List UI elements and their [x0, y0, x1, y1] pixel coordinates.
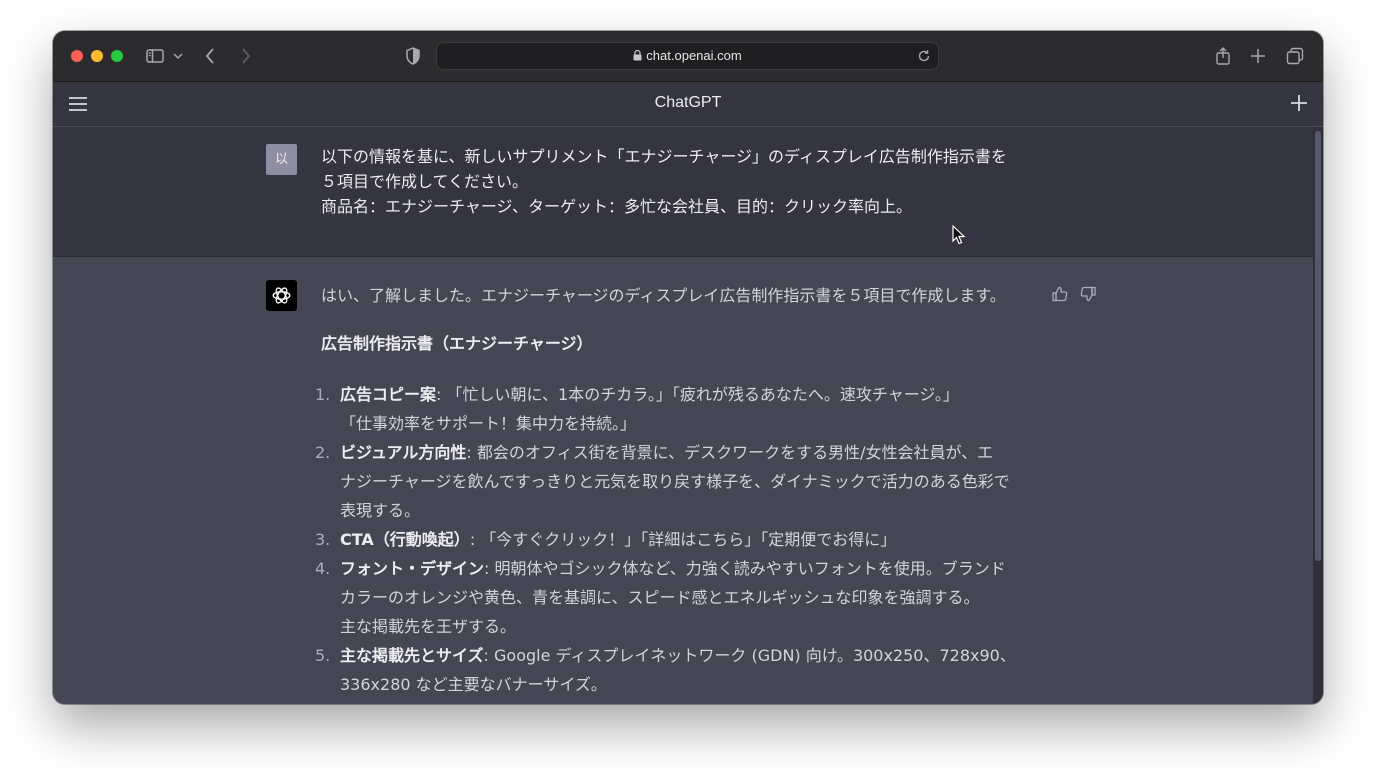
assistant-message-text: はい、了解しました。エナジーチャージのディスプレイ広告制作指示書を５項目で作成し…: [315, 283, 1041, 699]
reload-icon[interactable]: [916, 48, 932, 64]
assistant-intro: はい、了解しました。エナジーチャージのディスプレイ広告制作指示書を５項目で作成し…: [321, 286, 1006, 305]
list-item-text: 336x280 など主要なバナーサイズ。: [340, 675, 607, 694]
lock-icon: [633, 50, 642, 61]
list-item-text: : 明朝体やゴシック体など、力強く読みやすいフォントを使用。ブランド: [484, 559, 1006, 578]
mouse-cursor-icon: [952, 225, 966, 245]
url-text: chat.openai.com: [646, 48, 742, 63]
list-item-title: 広告コピー案: [340, 385, 437, 404]
list-item-number: 1.: [315, 385, 331, 404]
user-avatar: 以: [266, 144, 297, 175]
chat-header: ChatGPT: [53, 82, 1323, 127]
list-item: 5. 主な掲載先とサイズ: Google ディスプレイネットワーク (GDN) …: [315, 641, 1041, 699]
scrollbar-thumb[interactable]: [1315, 131, 1321, 561]
list-item-text: : 都会のオフィス街を背景に、デスクワークをする男性/女性会社員が、エ: [466, 443, 994, 462]
user-message-line: ５項目で作成してください。: [321, 172, 529, 191]
list-item-title: フォント・デザイン: [340, 559, 485, 578]
list-item-number: 5.: [315, 646, 331, 665]
list-item-text: ナジーチャージを飲んですっきりと元気を取り戻す様子を、ダイナミックで活力のある色…: [340, 472, 1010, 491]
new-chat-icon[interactable]: [1289, 93, 1309, 113]
back-icon[interactable]: [201, 46, 221, 66]
list-item-text: 表現する。: [340, 501, 421, 520]
chevron-down-icon[interactable]: [171, 46, 185, 66]
list-item-number: 3.: [315, 530, 331, 549]
list-item-text: カラーのオレンジや黄色、青を基調に、スピード感とエネルギッシュな印象を強調する。: [340, 588, 980, 607]
assistant-message: はい、了解しました。エナジーチャージのディスプレイ広告制作指示書を５項目で作成し…: [53, 257, 1313, 704]
user-message-text: 以下の情報を基に、新しいサプリメント「エナジーチャージ」のディスプレイ広告制作指…: [321, 144, 1041, 219]
sidebar-icon[interactable]: [145, 46, 165, 66]
address-bar[interactable]: chat.openai.com: [436, 42, 939, 70]
share-icon[interactable]: [1213, 46, 1233, 66]
list-item: 2. ビジュアル方向性: 都会のオフィス街を背景に、デスクワークをする男性/女性…: [315, 438, 1041, 525]
user-message: 以 以下の情報を基に、新しいサプリメント「エナジーチャージ」のディスプレイ広告制…: [53, 127, 1313, 257]
list-item-text: : Google ディスプレイネットワーク (GDN) 向け。300x250、7…: [483, 646, 1016, 665]
assistant-heading: 広告制作指示書（エナジーチャージ）: [321, 334, 593, 353]
tabs-overview-icon[interactable]: [1285, 46, 1305, 66]
list-item-text: 「仕事効率をサポート！集中力を持続。」: [340, 414, 637, 433]
list-item-text: 主な掲載先を王ザする。: [340, 617, 517, 636]
address-bar-url: chat.openai.com: [437, 48, 938, 63]
list-item: 1. 広告コピー案: 「忙しい朝に、1本のチカラ。」「疲れが残るあなたへ。速攻チ…: [315, 380, 1041, 438]
browser-toolbar: chat.openai.com: [53, 31, 1323, 82]
forward-icon[interactable]: [235, 46, 255, 66]
close-window-button[interactable]: [71, 50, 83, 62]
list-item-text: : 「今すぐクリック！」「詳細はこちら」「定期便でお得に」: [469, 530, 897, 549]
minimize-window-button[interactable]: [91, 50, 103, 62]
conversation-thread: 以 以下の情報を基に、新しいサプリメント「エナジーチャージ」のディスプレイ広告制…: [53, 127, 1313, 704]
list-item-number: 4.: [315, 559, 331, 578]
chatgpt-logo-icon: [266, 280, 297, 311]
list-item: 3. CTA（行動喚起）: 「今すぐクリック！」「詳細はこちら」「定期便でお得に…: [315, 525, 1041, 554]
thumbs-up-icon[interactable]: [1051, 285, 1069, 303]
list-item-title: ビジュアル方向性: [340, 443, 467, 462]
user-message-line: 商品名：エナジーチャージ、ターゲット：多忙な会社員、目的：クリック率向上。: [321, 197, 913, 216]
zoom-window-button[interactable]: [111, 50, 123, 62]
thumbs-down-icon[interactable]: [1079, 285, 1097, 303]
page-title: ChatGPT: [654, 94, 722, 111]
list-item-title: CTA（行動喚起）: [340, 530, 470, 549]
list-item-number: 2.: [315, 443, 331, 462]
user-message-line: 以下の情報を基に、新しいサプリメント「エナジーチャージ」のディスプレイ広告制作指…: [321, 147, 1007, 166]
list-item-text: : 「忙しい朝に、1本のチカラ。」「疲れが残るあなたへ。速攻チャージ。」: [436, 385, 959, 404]
new-tab-icon[interactable]: [1248, 46, 1268, 66]
list-item-title: 主な掲載先とサイズ: [340, 646, 484, 665]
list-item: 4. フォント・デザイン: 明朝体やゴシック体など、力強く読みやすいフォントを使…: [315, 554, 1041, 641]
browser-window: chat.openai.com ChatGPT 以 以下の情報を基に、新しいサプ…: [53, 31, 1323, 704]
shield-icon[interactable]: [403, 46, 423, 66]
brief-list: 1. 広告コピー案: 「忙しい朝に、1本のチカラ。」「疲れが残るあなたへ。速攻チ…: [315, 380, 1041, 699]
